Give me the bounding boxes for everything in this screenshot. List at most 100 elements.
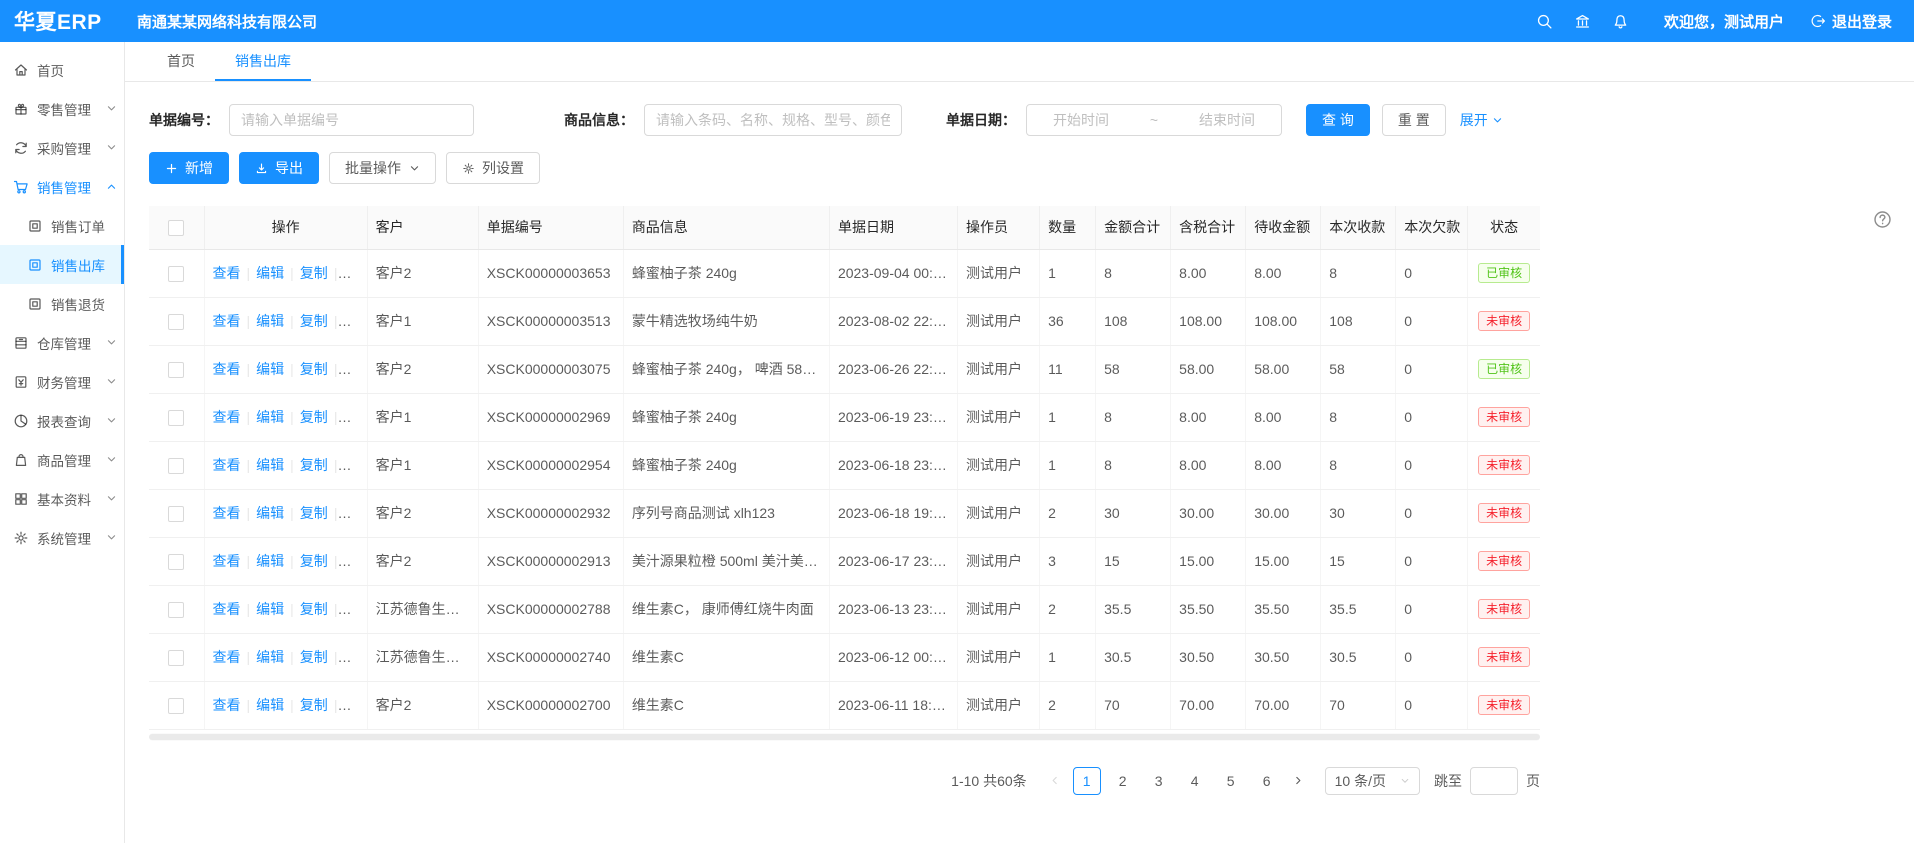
row-action-复制[interactable]: 复制: [300, 409, 328, 425]
reset-button[interactable]: 重 置: [1382, 104, 1446, 136]
row-checkbox[interactable]: [168, 362, 184, 378]
row-action-编辑[interactable]: 编辑: [256, 649, 284, 665]
row-action-查看[interactable]: 查看: [213, 553, 241, 569]
scrollbar-thumb[interactable]: [149, 734, 1540, 740]
page-button-3[interactable]: 3: [1145, 767, 1173, 795]
help-icon[interactable]: [1873, 210, 1892, 229]
app-logo[interactable]: 华夏ERP: [0, 6, 125, 36]
page-size-select[interactable]: 10 条/页: [1325, 767, 1420, 795]
row-action-编辑[interactable]: 编辑: [256, 601, 284, 617]
sidebar-item-报表查询[interactable]: 报表查询: [0, 401, 124, 440]
horizontal-scrollbar[interactable]: [149, 733, 1540, 741]
sidebar-item-销售出库[interactable]: 销售出库: [0, 245, 124, 284]
column-settings-button[interactable]: 列设置: [446, 152, 540, 184]
sidebar-item-财务管理[interactable]: 财务管理: [0, 362, 124, 401]
row-action-查看[interactable]: 查看: [213, 265, 241, 281]
row-action-编辑[interactable]: 编辑: [256, 697, 284, 713]
cell-received: 108: [1321, 297, 1396, 345]
date-end-input[interactable]: [1183, 112, 1271, 128]
row-action-编辑[interactable]: 编辑: [256, 457, 284, 473]
tab-销售出库[interactable]: 销售出库: [215, 42, 311, 81]
row-action-复制[interactable]: 复制: [300, 313, 328, 329]
sidebar-item-首页[interactable]: 首页: [0, 50, 124, 89]
chevron-down-icon: [1492, 115, 1503, 126]
sidebar-item-商品管理[interactable]: 商品管理: [0, 440, 124, 479]
logout-button[interactable]: 退出登录: [1810, 11, 1892, 32]
page-button-4[interactable]: 4: [1181, 767, 1209, 795]
sidebar-item-仓库管理[interactable]: 仓库管理: [0, 323, 124, 362]
row-action-查看[interactable]: 查看: [213, 313, 241, 329]
chevron-up-icon: [106, 181, 117, 192]
row-checkbox[interactable]: [168, 602, 184, 618]
export-button[interactable]: 导出: [239, 152, 319, 184]
row-action-查看[interactable]: 查看: [213, 505, 241, 521]
row-action-复制[interactable]: 复制: [300, 697, 328, 713]
sidebar-item-销售订单[interactable]: 销售订单: [0, 206, 124, 245]
product-info-input[interactable]: [644, 104, 902, 136]
row-checkbox[interactable]: [168, 266, 184, 282]
row-action-查看[interactable]: 查看: [213, 409, 241, 425]
jump-page-input[interactable]: [1470, 767, 1518, 795]
row-action-复制[interactable]: 复制: [300, 265, 328, 281]
row-action-编辑[interactable]: 编辑: [256, 553, 284, 569]
next-page-button[interactable]: [1285, 767, 1313, 795]
page-button-2[interactable]: 2: [1109, 767, 1137, 795]
add-button[interactable]: 新增: [149, 152, 229, 184]
row-action-编辑[interactable]: 编辑: [256, 265, 284, 281]
sidebar-item-label: 销售退货: [51, 294, 117, 314]
row-checkbox[interactable]: [168, 698, 184, 714]
row-action-复制[interactable]: 复制: [300, 457, 328, 473]
search-icon[interactable]: [1526, 13, 1564, 30]
row-action-查看[interactable]: 查看: [213, 697, 241, 713]
row-action-复制[interactable]: 复制: [300, 361, 328, 377]
page-button-5[interactable]: 5: [1217, 767, 1245, 795]
row-action-查看[interactable]: 查看: [213, 649, 241, 665]
row-action-编辑[interactable]: 编辑: [256, 505, 284, 521]
sidebar-item-零售管理[interactable]: 零售管理: [0, 89, 124, 128]
row-action-复制[interactable]: 复制: [300, 553, 328, 569]
row-checkbox[interactable]: [168, 554, 184, 570]
row-checkbox[interactable]: [168, 458, 184, 474]
search-button[interactable]: 查 询: [1306, 104, 1370, 136]
row-checkbox[interactable]: [168, 506, 184, 522]
row-checkbox[interactable]: [168, 410, 184, 426]
platform-icon[interactable]: [1564, 13, 1602, 30]
row-checkbox[interactable]: [168, 650, 184, 666]
row-action-查看[interactable]: 查看: [213, 361, 241, 377]
date-start-input[interactable]: [1037, 112, 1125, 128]
sidebar-item-销售退货[interactable]: 销售退货: [0, 284, 124, 323]
row-action-编辑[interactable]: 编辑: [256, 313, 284, 329]
doc-icon: [27, 218, 43, 234]
expand-filters-link[interactable]: 展开: [1460, 110, 1503, 130]
sidebar-item-基本资料[interactable]: 基本资料: [0, 479, 124, 518]
row-action-复制[interactable]: 复制: [300, 601, 328, 617]
cell-receivable: 8.00: [1246, 441, 1321, 489]
batch-actions-button[interactable]: 批量操作: [329, 152, 436, 184]
row-action-编辑[interactable]: 编辑: [256, 409, 284, 425]
row-checkbox[interactable]: [168, 314, 184, 330]
table-row: 查看|编辑|复制|删除江苏德鲁生物科...XSCK00000002788维生素C…: [149, 585, 1540, 633]
sidebar-item-系统管理[interactable]: 系统管理: [0, 518, 124, 557]
row-action-编辑[interactable]: 编辑: [256, 361, 284, 377]
cell-date: 2023-06-19 23:55:14: [829, 393, 957, 441]
page-button-1[interactable]: 1: [1073, 767, 1101, 795]
prev-page-button[interactable]: [1041, 767, 1069, 795]
bill-no-input[interactable]: [229, 104, 474, 136]
date-range-picker[interactable]: ~: [1026, 104, 1282, 136]
bell-icon[interactable]: [1602, 13, 1640, 30]
tab-首页[interactable]: 首页: [147, 42, 215, 81]
page-button-6[interactable]: 6: [1253, 767, 1281, 795]
column-header-本次欠款: 本次欠款: [1396, 206, 1468, 249]
cell-operator: 测试用户: [958, 585, 1040, 633]
sidebar-item-销售管理[interactable]: 销售管理: [0, 167, 124, 206]
sidebar-item-采购管理[interactable]: 采购管理: [0, 128, 124, 167]
sidebar-item-label: 销售订单: [51, 216, 117, 236]
row-action-复制[interactable]: 复制: [300, 649, 328, 665]
row-action-查看[interactable]: 查看: [213, 457, 241, 473]
cell-receivable: 30.00: [1246, 489, 1321, 537]
cell-tax_total: 108.00: [1171, 297, 1246, 345]
row-action-查看[interactable]: 查看: [213, 601, 241, 617]
select-all-checkbox[interactable]: [168, 220, 184, 236]
row-action-复制[interactable]: 复制: [300, 505, 328, 521]
column-header-数量: 数量: [1040, 206, 1096, 249]
